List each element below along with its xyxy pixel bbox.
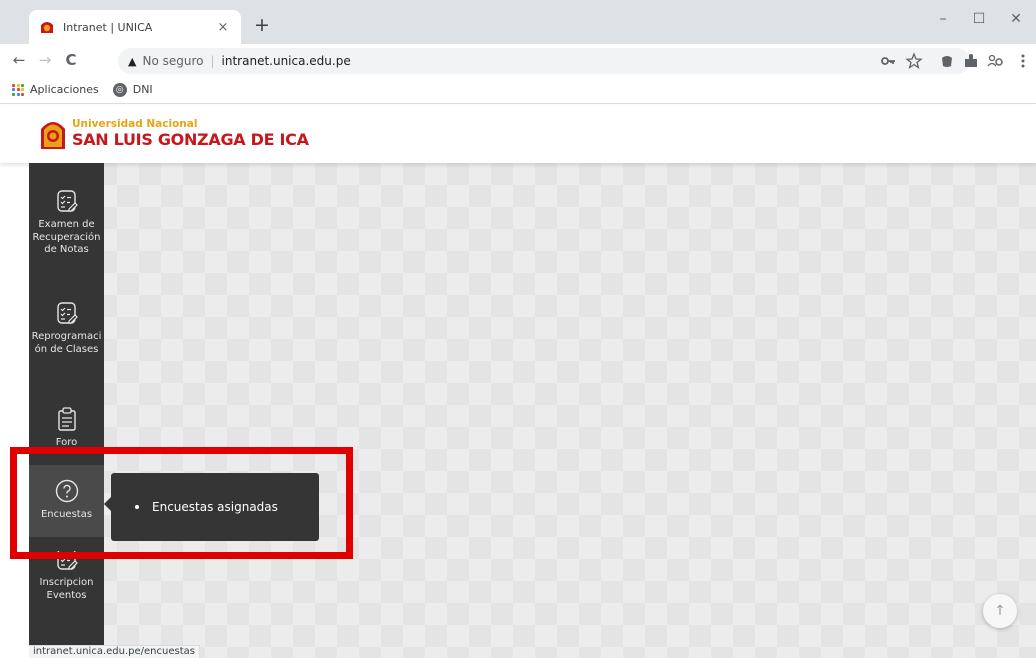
new-tab-button[interactable]: +: [250, 14, 274, 38]
omnibox-separator: |: [210, 54, 215, 68]
back-button[interactable]: ←: [8, 49, 30, 71]
sidebar-item-label: Inscripcion Eventos: [39, 577, 94, 601]
scroll-to-top-button[interactable]: ↑: [983, 594, 1017, 628]
university-name-top: Universidad Nacional: [72, 118, 198, 130]
apps-icon: [12, 83, 24, 96]
forward-button[interactable]: →: [34, 49, 56, 71]
maximize-button[interactable]: ☐: [961, 6, 997, 32]
minimize-button[interactable]: –: [925, 6, 961, 32]
checklist-edit-icon: [56, 190, 78, 212]
reload-button[interactable]: C: [60, 49, 82, 71]
bookmarks-bar: Aplicaciones ◎ DNI: [0, 76, 1036, 104]
red-highlight-box: [10, 447, 353, 559]
key-icon[interactable]: [880, 52, 898, 70]
profile-icon[interactable]: [986, 52, 1004, 70]
bookmark-apps[interactable]: Aplicaciones: [12, 83, 99, 96]
browser-tab[interactable]: Intranet | UNICA ×: [29, 10, 241, 44]
menu-icon[interactable]: [1014, 52, 1032, 70]
star-icon[interactable]: [905, 52, 923, 70]
address-bar[interactable]: ▲ No seguro | intranet.unica.edu.pe: [118, 48, 970, 74]
university-seal-logo[interactable]: [38, 117, 68, 151]
puzzle-icon[interactable]: [962, 52, 980, 70]
clipboard-icon: [57, 407, 76, 431]
insecure-label[interactable]: No seguro: [142, 54, 203, 68]
sidebar-item-reprogramacion[interactable]: Reprogramación de Clases: [29, 301, 104, 381]
sidebar-item-label: Reprogramación de Clases: [31, 331, 102, 355]
sidebar: Examen de Recuperación de Notas Reprogra…: [29, 163, 104, 658]
checklist-edit-icon: [56, 302, 78, 324]
site-header: Universidad Nacional SAN LUIS GONZAGA DE…: [0, 105, 1036, 163]
extension-icon[interactable]: [938, 52, 956, 70]
main-content: [29, 163, 1036, 658]
warning-icon[interactable]: ▲: [128, 55, 136, 68]
status-bar-base: [0, 645, 29, 658]
globe-icon: ◎: [112, 82, 127, 97]
sidebar-item-inscripcion-eventos[interactable]: Inscripcion Eventos: [29, 551, 104, 621]
tab-close-icon[interactable]: ×: [215, 20, 231, 35]
browser-toolbar: ← → C ▲ No seguro | intranet.unica.edu.p…: [0, 44, 1036, 76]
sidebar-item-label: Examen de Recuperación de Notas: [32, 219, 101, 255]
bookmark-label: Aplicaciones: [30, 83, 99, 96]
bookmark-dni[interactable]: ◎ DNI: [112, 82, 153, 97]
university-name-bottom: SAN LUIS GONZAGA DE ICA: [72, 130, 309, 149]
close-window-button[interactable]: ✕: [998, 6, 1034, 32]
status-bar-url: intranet.unica.edu.pe/encuestas: [29, 645, 200, 658]
page-gutter: [0, 163, 29, 645]
sidebar-item-examen-recuperacion[interactable]: Examen de Recuperación de Notas: [29, 189, 104, 289]
tab-strip: Intranet | UNICA × + – ☐ ✕: [0, 0, 1036, 44]
url-text[interactable]: intranet.unica.edu.pe: [222, 54, 351, 68]
unica-favicon-icon: [41, 22, 53, 33]
bookmark-label: DNI: [132, 83, 153, 96]
tab-title: Intranet | UNICA: [63, 20, 153, 34]
